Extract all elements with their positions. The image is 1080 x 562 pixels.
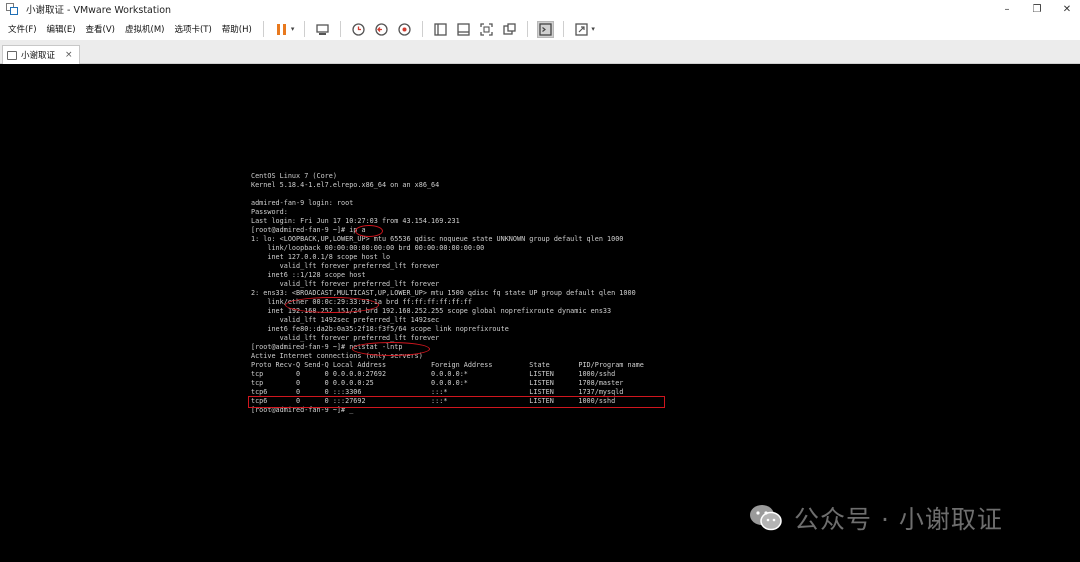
toolbar-separator xyxy=(304,21,306,37)
terminal-line: valid_lft forever preferred_lft forever xyxy=(251,280,440,288)
watermark: 公众号 · 小谢取证 xyxy=(748,500,1003,536)
terminal-line: inet6 fe80::da2b:0a35:2f18:f3f5/64 scope… xyxy=(251,325,509,333)
terminal-line: Kernel 5.18.4-1.el7.elrepo.x86_64 on an … xyxy=(251,181,440,189)
pause-dropdown-icon[interactable]: ▾ xyxy=(291,25,295,33)
menu-edit[interactable]: 编辑(E) xyxy=(42,23,81,35)
terminal-line: inet 127.0.0.1/8 scope host lo xyxy=(251,253,391,261)
tab-strip: 小谢取证 × xyxy=(0,40,1080,64)
terminal-output: CentOS Linux 7 (Core) Kernel 5.18.4-1.el7… xyxy=(251,172,771,415)
unity-icon[interactable] xyxy=(502,22,517,37)
menu-help[interactable]: 帮助(H) xyxy=(217,23,257,35)
terminal-line: Proto Recv-Q Send-Q Local Address Foreig… xyxy=(251,361,644,369)
restore-button[interactable]: ❐ xyxy=(1030,4,1044,15)
terminal-line: tcp 0 0 0.0.0.0:25 0.0.0.0:* LISTEN 1708… xyxy=(251,379,624,387)
terminal-line: valid_lft forever preferred_lft forever xyxy=(251,334,440,342)
view-thumbnail-icon[interactable] xyxy=(456,22,471,37)
annotation-inet-address-circle xyxy=(285,297,379,313)
full-screen-icon[interactable] xyxy=(479,22,494,37)
menu-vm[interactable]: 虚拟机(M) xyxy=(120,23,169,35)
menu-file[interactable]: 文件(F) xyxy=(0,23,42,35)
toolbar-separator xyxy=(340,21,342,37)
menu-tabs[interactable]: 选项卡(T) xyxy=(169,23,216,35)
terminal-line: Active Internet connections (only server… xyxy=(251,352,423,360)
stretch-view-icon[interactable] xyxy=(574,22,589,37)
toolbar-separator xyxy=(563,21,565,37)
menu-toolbar: 文件(F) 编辑(E) 查看(V) 虚拟机(M) 选项卡(T) 帮助(H) ▾ … xyxy=(0,18,1080,40)
terminal-line: Last login: Fri Jun 17 10:27:03 from 43.… xyxy=(251,217,460,225)
terminal-line: link/loopback 00:00:00:00:00:00 brd 00:0… xyxy=(251,244,485,252)
terminal-line: valid_lft forever preferred_lft forever xyxy=(251,262,440,270)
tab-close-icon[interactable]: × xyxy=(65,50,73,60)
vm-console[interactable]: CentOS Linux 7 (Core) Kernel 5.18.4-1.el7… xyxy=(0,65,1080,562)
terminal-line: 1: lo: <LOOPBACK,UP,LOWER_UP> mtu 65536 … xyxy=(251,235,624,243)
terminal-line: [root@admired-fan-9 ~]# netstat -lntp xyxy=(251,343,403,351)
send-ctrl-alt-del-icon[interactable] xyxy=(315,22,330,37)
snapshot-icon[interactable] xyxy=(351,22,366,37)
annotation-netstat-circle xyxy=(352,342,430,356)
revert-snapshot-icon[interactable] xyxy=(374,22,389,37)
close-button[interactable]: ✕ xyxy=(1060,4,1074,15)
stretch-dropdown-icon[interactable]: ▾ xyxy=(591,25,595,33)
wechat-logo-icon xyxy=(750,505,782,531)
menu-view[interactable]: 查看(V) xyxy=(81,23,120,35)
annotation-ip-a-circle xyxy=(355,225,383,237)
tab-label: 小谢取证 xyxy=(21,51,56,61)
title-bar: 小谢取证 - VMware Workstation – ❐ ✕ xyxy=(0,0,1080,18)
toolbar-separator xyxy=(422,21,424,37)
terminal-line: tcp 0 0 0.0.0.0:27692 0.0.0.0:* LISTEN 1… xyxy=(251,370,616,378)
minimize-button[interactable]: – xyxy=(1000,4,1014,15)
terminal-line: valid_lft 1492sec preferred_lft 1492sec xyxy=(251,316,440,324)
terminal-line: inet6 ::1/128 scope host xyxy=(251,271,366,279)
pause-icon[interactable] xyxy=(274,22,289,37)
snapshot-manager-icon[interactable] xyxy=(397,22,412,37)
toolbar-separator xyxy=(527,21,529,37)
terminal-line: admired-fan-9 login: root xyxy=(251,199,354,207)
tab-vm[interactable]: 小谢取证 × xyxy=(2,45,80,64)
terminal-line: [root@admired-fan-9 ~]# ip a xyxy=(251,226,366,234)
view-normal-icon[interactable] xyxy=(433,22,448,37)
watermark-text: 公众号 · 小谢取证 xyxy=(794,505,1003,534)
vmware-logo-icon xyxy=(6,3,18,15)
terminal-line: CentOS Linux 7 (Core) xyxy=(251,172,337,180)
console-view-icon[interactable] xyxy=(537,20,555,38)
window-title: 小谢取证 - VMware Workstation xyxy=(26,5,172,16)
annotation-sshd-tcp6-row-box xyxy=(248,396,665,408)
toolbar-separator xyxy=(262,21,264,37)
terminal-line: Password: xyxy=(251,208,288,216)
vm-tab-icon xyxy=(7,50,17,60)
